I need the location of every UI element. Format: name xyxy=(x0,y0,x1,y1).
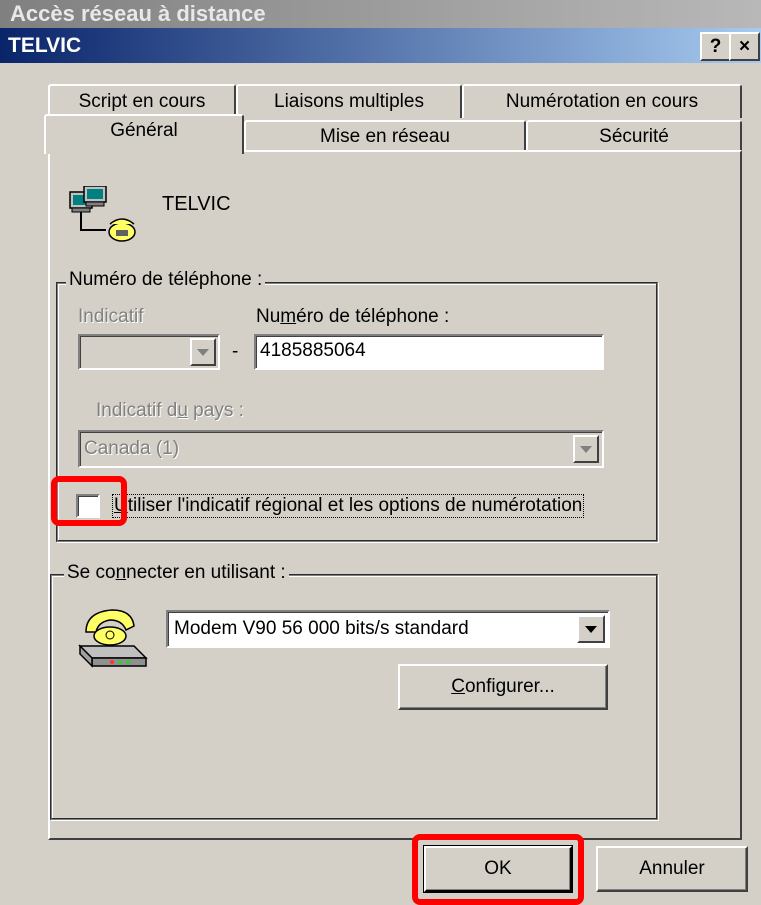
cancel-button[interactable]: Annuler xyxy=(596,846,748,892)
tab-label: Numérotation en cours xyxy=(505,91,699,112)
area-code-separator: - xyxy=(232,341,239,362)
configure-button[interactable]: Configurer... xyxy=(398,664,608,710)
tab-label: Liaisons multiples xyxy=(274,91,424,112)
tab-label: Script en cours xyxy=(78,91,206,112)
area-code-select[interactable] xyxy=(78,334,220,370)
modem-select[interactable]: Modem V90 56 000 bits/s standard xyxy=(166,610,610,648)
tab-securite[interactable]: Sécurité xyxy=(526,120,742,152)
background-window-title: Accès réseau à distance xyxy=(10,1,266,26)
dialog-titlebar[interactable]: TELVIC ? × xyxy=(0,28,761,63)
close-icon: × xyxy=(738,35,751,57)
tab-label: Sécurité xyxy=(599,126,669,147)
area-code-label: Indicatif xyxy=(78,306,144,327)
country-code-select[interactable]: Canada (1) xyxy=(78,430,604,468)
connection-name: TELVIC xyxy=(162,193,231,215)
tab-numerotation-en-cours[interactable]: Numérotation en cours xyxy=(462,84,742,118)
tab-general[interactable]: Général xyxy=(44,114,244,154)
chevron-down-icon xyxy=(580,445,592,453)
tab-script-en-cours[interactable]: Script en cours xyxy=(48,84,236,118)
tab-label: Mise en réseau xyxy=(320,126,450,147)
area-code-dropdown-button[interactable] xyxy=(190,338,216,366)
tab-liaisons-multiples[interactable]: Liaisons multiples xyxy=(236,84,462,118)
tab-mise-en-reseau[interactable]: Mise en réseau xyxy=(244,120,526,152)
country-code-label: Indicatif du pays : xyxy=(96,400,244,421)
help-button[interactable]: ? xyxy=(700,32,731,61)
use-dialing-rules-checkbox[interactable] xyxy=(76,494,100,518)
phone-number-label: Numéro de téléphone : xyxy=(256,306,450,327)
dialup-connection-icon xyxy=(66,185,146,246)
chevron-down-icon xyxy=(585,625,597,633)
phone-number-group-legend: Numéro de téléphone : xyxy=(66,269,266,291)
phone-number-input[interactable]: 4185885064 xyxy=(254,334,604,370)
connect-using-group-legend: Se connecter en utilisant : xyxy=(64,562,289,584)
close-button[interactable]: × xyxy=(729,32,760,61)
dialog-title: TELVIC xyxy=(8,34,82,57)
tab-label: Général xyxy=(110,120,178,141)
chevron-down-icon xyxy=(197,348,209,356)
modem-dropdown-button[interactable] xyxy=(577,615,605,643)
question-mark-icon: ? xyxy=(709,35,722,57)
modem-phone-icon xyxy=(72,606,152,676)
use-dialing-rules-label[interactable]: Utiliser l'indicatif régional et les opt… xyxy=(112,494,585,518)
background-window-titlebar: Accès réseau à distance xyxy=(0,0,761,30)
ok-button[interactable]: OK xyxy=(423,845,573,893)
country-code-dropdown-button[interactable] xyxy=(573,435,599,463)
